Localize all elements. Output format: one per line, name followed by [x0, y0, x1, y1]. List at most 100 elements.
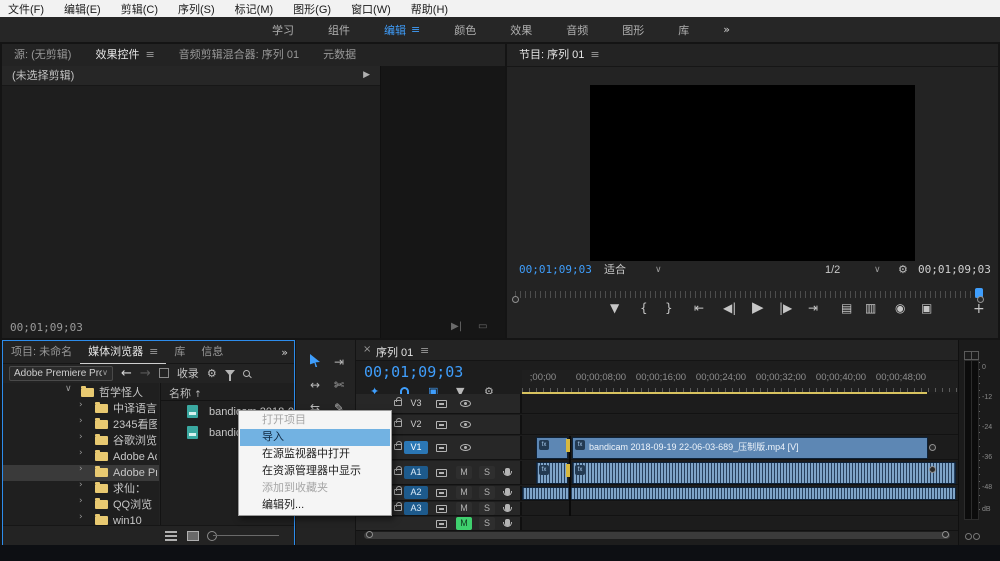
lift-button[interactable]: ▤: [841, 302, 852, 314]
tab-media-browser[interactable]: 媒体浏览器≡: [80, 341, 166, 364]
lock-icon[interactable]: [394, 469, 402, 475]
clip-keyframe-dot[interactable]: [929, 444, 936, 451]
button-editor-button[interactable]: +: [973, 302, 985, 316]
add-marker-button[interactable]: ▼: [610, 302, 619, 314]
source-patch-icon[interactable]: [436, 469, 447, 477]
menu-clip[interactable]: 剪辑(C): [121, 1, 158, 17]
razor-tool[interactable]: ✄: [330, 379, 348, 395]
thumbnail-zoom-track[interactable]: [213, 535, 279, 536]
play-button[interactable]: ▶: [752, 300, 764, 315]
lock-icon[interactable]: [394, 489, 402, 495]
tab-libraries[interactable]: 库: [166, 341, 193, 363]
filter-icon[interactable]: [225, 370, 235, 376]
forward-button[interactable]: →: [140, 367, 151, 380]
tree-item-root[interactable]: ∨ 哲学怪人: [3, 385, 159, 401]
menu-graphics[interactable]: 图形(G): [293, 1, 331, 17]
workspace-tab-graphics[interactable]: 图形: [622, 22, 644, 38]
toggle-track-output-eye-icon[interactable]: [460, 444, 471, 451]
video-clip[interactable]: fx bandicam 2018-09-19 22-06-03-689_压制版.…: [572, 437, 928, 459]
tree-item[interactable]: › win10: [3, 513, 159, 525]
toggle-track-output-eye-icon[interactable]: [460, 421, 471, 428]
video-clip-fragment[interactable]: fx: [536, 437, 568, 459]
wrench-icon[interactable]: ⚙: [207, 368, 217, 379]
timeline-ruler[interactable]: ;00;00 00;00;08;00 00;00;16;00 00;00;24;…: [522, 370, 958, 392]
toggle-track-output-eye-icon[interactable]: [460, 400, 471, 407]
voice-over-mic-icon[interactable]: [505, 488, 510, 495]
lock-icon[interactable]: [394, 505, 402, 511]
zoom-chevron-icon[interactable]: ∨: [655, 262, 662, 278]
source-patch-icon[interactable]: [436, 520, 447, 528]
tree-item[interactable]: › QQ浏览: [3, 497, 159, 513]
source-patch-icon[interactable]: [436, 505, 447, 513]
extract-button[interactable]: ▥: [865, 302, 876, 314]
menu-item-open-in-source-monitor[interactable]: 在源监视器中打开: [240, 446, 390, 463]
list-view-button[interactable]: [165, 531, 177, 541]
tab-effect-controls[interactable]: 效果控件≡: [83, 44, 166, 67]
audio-clip-fragment[interactable]: fx: [536, 462, 568, 484]
source-patch-icon[interactable]: [436, 421, 447, 429]
audio-meter-panel[interactable]: 0 -12 -24 -36 -48 dB: [958, 340, 1000, 545]
solo-button[interactable]: S: [479, 466, 495, 479]
mute-button[interactable]: M: [456, 502, 472, 515]
menu-item-reveal-in-explorer[interactable]: 在资源管理器中显示: [240, 463, 390, 480]
thumbnail-view-button[interactable]: [187, 531, 199, 541]
tab-project[interactable]: 项目: 未命名: [3, 341, 80, 363]
menu-edit[interactable]: 编辑(E): [64, 1, 101, 17]
program-video-viewport[interactable]: [590, 85, 915, 261]
audio-clip-a2[interactable]: [522, 487, 956, 500]
mute-button[interactable]: M: [456, 466, 472, 479]
tab-sequence[interactable]: 序列 01: [376, 344, 413, 360]
tree-item[interactable]: › Adobe Ac: [3, 449, 159, 465]
timeline-horizontal-scrollbar[interactable]: [364, 532, 950, 539]
voice-over-mic-icon[interactable]: [505, 504, 510, 511]
solo-button[interactable]: S: [479, 486, 495, 499]
selection-tool[interactable]: [306, 354, 324, 370]
track-target-v2[interactable]: V2: [404, 418, 428, 431]
menu-file[interactable]: 文件(F): [8, 1, 44, 17]
menu-window[interactable]: 窗口(W): [351, 1, 391, 17]
workspace-tab-editing[interactable]: 编辑≡: [384, 22, 420, 38]
workspace-tab-assembly[interactable]: 组件: [328, 22, 350, 38]
resolution-chevron-icon[interactable]: ∨: [874, 262, 881, 278]
tab-metadata[interactable]: 元数据: [311, 44, 368, 66]
scrollbar-left-handle[interactable]: [366, 531, 373, 538]
tree-item[interactable]: › 求仙：: [3, 481, 159, 497]
ingest-checkbox[interactable]: [159, 368, 169, 378]
source-patch-icon[interactable]: [436, 489, 447, 497]
workspace-tab-effects[interactable]: 效果: [510, 22, 532, 38]
close-icon[interactable]: ×: [363, 345, 371, 355]
workspace-menu-icon[interactable]: ≡: [411, 24, 420, 35]
lock-icon[interactable]: [394, 400, 402, 406]
mute-button[interactable]: M: [456, 486, 472, 499]
scrollbar-right-handle[interactable]: [942, 531, 949, 538]
mini-play-icon[interactable]: ▶|: [451, 322, 462, 332]
track-target-v3[interactable]: V3: [404, 397, 428, 410]
track-target-a1[interactable]: A1: [404, 466, 428, 479]
source-patch-icon[interactable]: [436, 400, 447, 408]
track-target-a2[interactable]: A2: [404, 486, 428, 499]
zoom-level-select[interactable]: 适合: [604, 262, 626, 278]
meter-mute-dot[interactable]: [965, 533, 972, 540]
lock-icon[interactable]: [394, 444, 402, 450]
ripple-edit-tool[interactable]: ↔: [306, 379, 324, 395]
workspace-tab-color[interactable]: 颜色: [454, 22, 476, 38]
tree-item[interactable]: › 2345看图: [3, 417, 159, 433]
search-icon[interactable]: [243, 370, 250, 377]
tab-source-monitor[interactable]: 源: (无剪辑): [2, 44, 83, 66]
voice-over-mic-icon[interactable]: [505, 468, 510, 475]
workspace-overflow-icon[interactable]: »: [723, 24, 730, 35]
mark-in-button[interactable]: {: [640, 302, 648, 314]
list-header-name[interactable]: 名称 ↑: [169, 385, 202, 401]
program-scrubber[interactable]: [515, 291, 985, 298]
program-current-timecode[interactable]: 00;01;09;03: [519, 262, 592, 278]
tab-overflow-icon[interactable]: »: [281, 347, 288, 358]
export-frame-button[interactable]: ◉: [895, 302, 905, 314]
mini-frame-icon[interactable]: ▭: [478, 322, 487, 332]
menu-item-import[interactable]: 导入: [240, 429, 390, 446]
workspace-tab-learning[interactable]: 学习: [272, 22, 294, 38]
panel-menu-icon[interactable]: ≡: [145, 49, 154, 60]
menu-help[interactable]: 帮助(H): [411, 1, 448, 17]
thumbnail-zoom-slider[interactable]: [207, 531, 217, 541]
audio-clip[interactable]: fx: [572, 462, 956, 484]
clip-keyframe-dot[interactable]: [929, 466, 936, 473]
